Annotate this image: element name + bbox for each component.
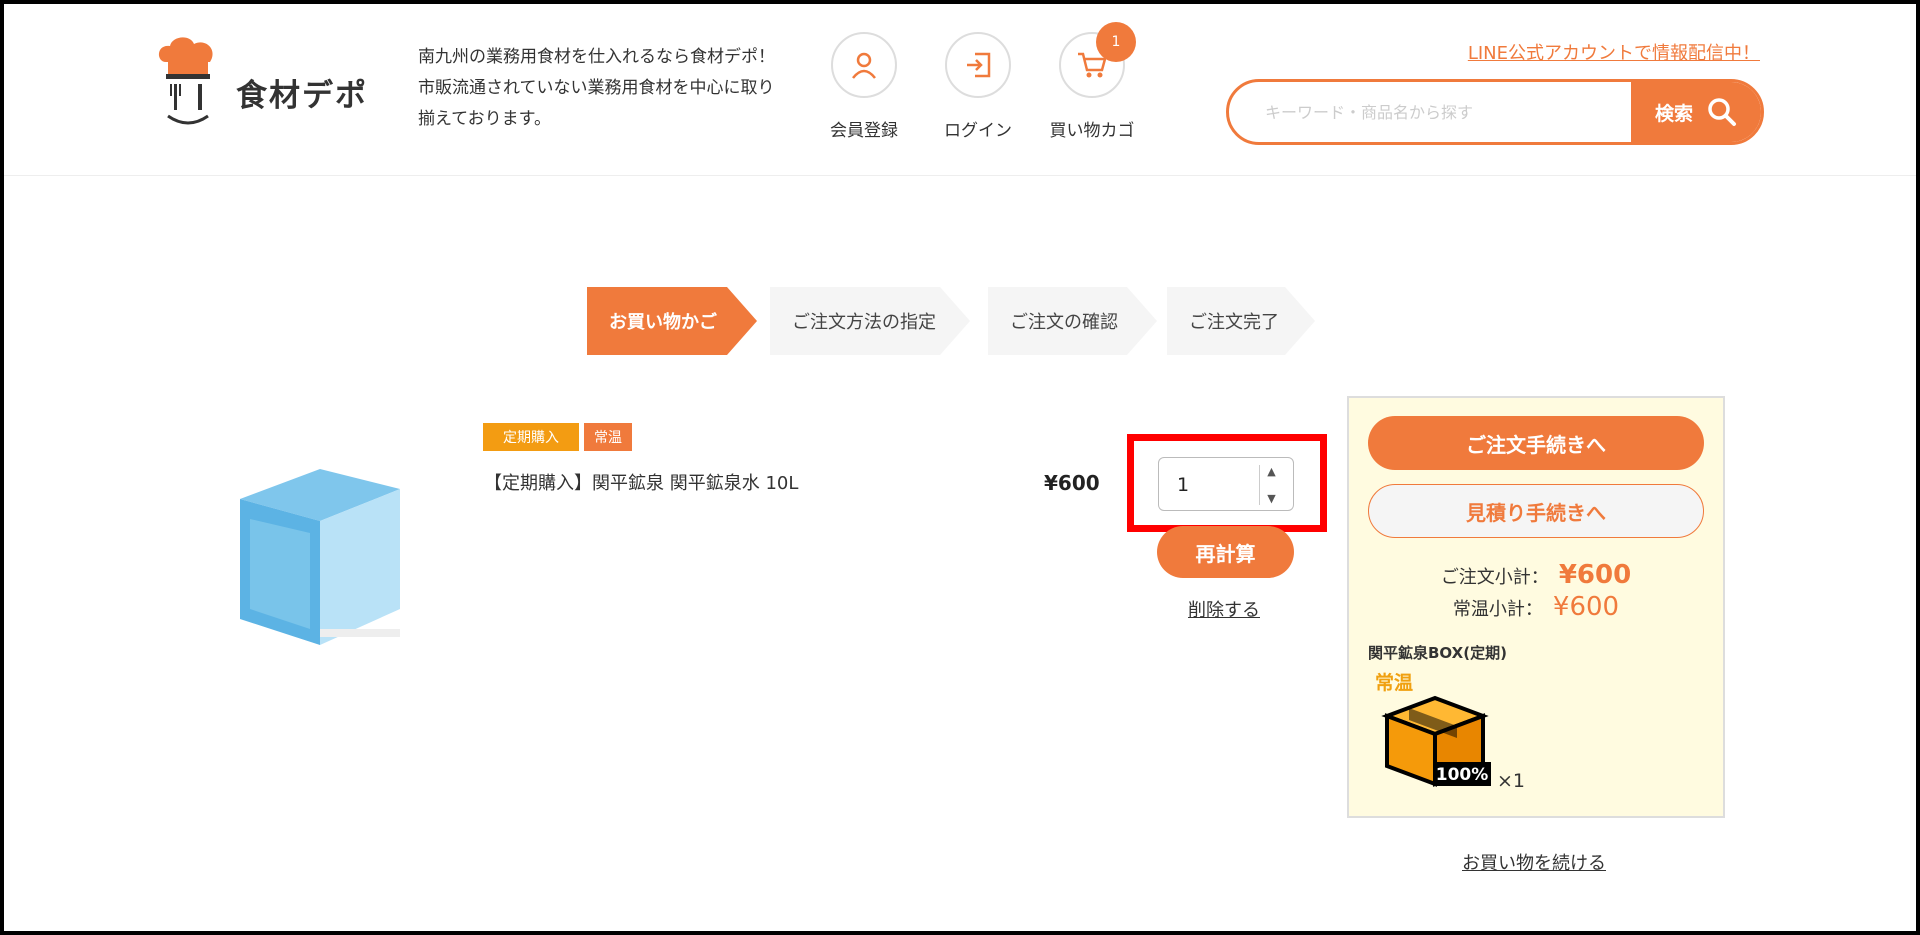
product-price: ¥600 — [1044, 471, 1100, 495]
continue-shopping-link[interactable]: お買い物を続ける — [1462, 849, 1606, 875]
step-label: ご注文完了 — [1189, 312, 1279, 333]
order-subtotal-value: ¥600 — [1558, 560, 1632, 590]
chef-hat-icon — [158, 37, 213, 125]
quantity-input[interactable]: 1 ▲ ▼ — [1158, 457, 1294, 511]
box-percent: 100% — [1436, 765, 1489, 785]
step-label: お買い物かご — [609, 312, 717, 333]
page: 食材デポ 南九州の業務用食材を仕入れるなら食材デポ！市販流通されていない業務用食… — [4, 4, 1916, 931]
cart-label: 買い物カゴ — [1049, 121, 1135, 141]
site-header: 食材デポ 南九州の業務用食材を仕入れるなら食材デポ！市販流通されていない業務用食… — [4, 4, 1916, 176]
order-subtotal-label: ご注文小計： — [1440, 567, 1549, 588]
delete-link[interactable]: 削除する — [1188, 596, 1260, 622]
register-button[interactable]: 会員登録 — [809, 32, 919, 141]
login-label: ログイン — [944, 121, 1012, 141]
order-summary-panel: ご注文手続きへ 見積り手続きへ ご注文小計： ¥600 常温小計： ¥600 関平鉱… — [1347, 396, 1725, 818]
register-label: 会員登録 — [830, 121, 898, 141]
search-button[interactable]: 検索 — [1631, 82, 1761, 142]
ambient-subtotal-value: ¥600 — [1552, 592, 1620, 622]
ambient-subtotal-row: 常温小計： ¥600 — [1349, 592, 1723, 622]
ambient-subtotal-label: 常温小計： — [1452, 599, 1543, 620]
order-subtotal-row: ご注文小計： ¥600 — [1349, 560, 1723, 590]
subscription-tag: 定期購入 — [483, 423, 579, 451]
box-title: 関平鉱泉BOX(定期) — [1368, 644, 1507, 662]
step-cart: お買い物かご — [587, 287, 757, 355]
box-quantity: ×1 — [1497, 770, 1526, 792]
step-order-method: ご注文方法の指定 — [770, 287, 970, 355]
search-button-label: 検索 — [1654, 102, 1693, 125]
box-icon: 100% — [1381, 695, 1491, 787]
proceed-quote-button[interactable]: 見積り手続きへ — [1368, 484, 1704, 538]
line-account-link[interactable]: LINE公式アカウントで情報配信中！ — [1468, 39, 1760, 65]
stepper-down-icon[interactable]: ▼ — [1267, 492, 1275, 505]
login-icon — [945, 32, 1011, 98]
cart-count-badge: 1 — [1096, 22, 1136, 62]
stepper-up-icon[interactable]: ▲ — [1267, 465, 1275, 478]
box-temp-label: 常温 — [1375, 672, 1414, 694]
site-tagline: 南九州の業務用食材を仕入れるなら食材デポ！市販流通されていない業務用食材を中心に… — [418, 47, 775, 129]
step-order-complete: ご注文完了 — [1167, 287, 1315, 355]
step-order-confirm: ご注文の確認 — [988, 287, 1157, 355]
search-icon — [1708, 98, 1736, 126]
search-bar: 検索 — [1226, 79, 1764, 145]
ambient-temp-tag: 常温 — [584, 423, 632, 451]
recalculate-button[interactable]: 再計算 — [1157, 526, 1294, 578]
brand-name: 食材デポ — [236, 78, 368, 114]
search-input[interactable] — [1229, 82, 1631, 142]
quantity-value: 1 — [1177, 474, 1190, 496]
proceed-order-button[interactable]: ご注文手続きへ — [1368, 416, 1704, 470]
login-button[interactable]: ログイン — [923, 32, 1033, 141]
product-name[interactable]: 【定期購入】関平鉱泉 関平鉱泉水 10L — [484, 469, 798, 495]
user-icon — [831, 32, 897, 98]
product-image[interactable] — [230, 459, 410, 649]
site-logo[interactable]: 食材デポ — [156, 34, 396, 134]
step-label: ご注文の確認 — [1010, 312, 1118, 333]
step-label: ご注文方法の指定 — [792, 312, 936, 333]
quantity-stepper[interactable]: ▲ ▼ — [1259, 465, 1283, 505]
